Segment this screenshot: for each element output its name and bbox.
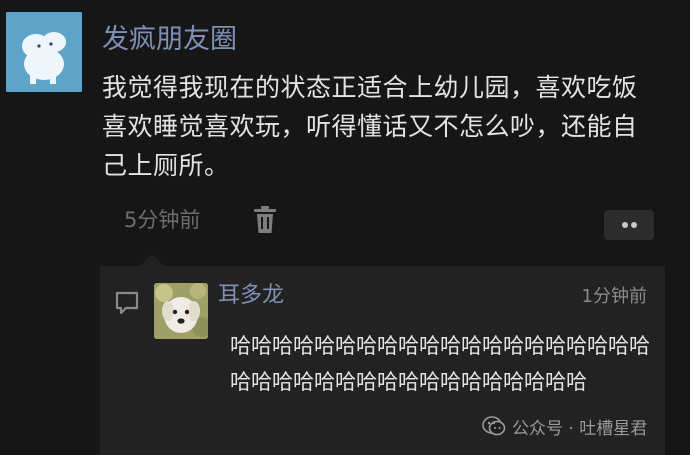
comment-time: 1分钟前 [581, 286, 647, 307]
wechat-official-account-icon [482, 416, 506, 436]
dog-photo-avatar-image [154, 283, 208, 339]
watermark-text: 公众号 · 吐槽星君 [512, 418, 648, 439]
watermark: 公众号 · 吐槽星君 [482, 410, 647, 442]
post-username[interactable]: 发疯朋友圈 [102, 20, 237, 60]
more-options-button[interactable] [604, 210, 654, 240]
post-time: 5分钟前 [124, 208, 201, 232]
comment-text: 哈哈哈哈哈哈哈哈哈哈哈哈哈哈哈哈哈哈哈哈哈哈哈哈哈哈哈哈哈哈哈哈哈哈哈哈哈 [230, 334, 650, 394]
more-dots-icon [622, 222, 628, 228]
comment-pointer [140, 254, 164, 266]
cartoon-dog-avatar-image [6, 12, 82, 92]
comment-icon [114, 290, 140, 316]
moments-post: 发疯朋友圈 我觉得我现在的状态正适合上幼儿园，喜欢吃饭喜欢睡觉喜欢玩，听得懂话又… [0, 0, 690, 455]
user-avatar[interactable] [6, 12, 82, 92]
trash-icon[interactable] [252, 205, 278, 235]
commenter-avatar[interactable] [154, 283, 208, 339]
post-content: 我觉得我现在的状态正适合上幼儿园，喜欢吃饭喜欢睡觉喜欢玩，听得懂话又不怎么吵，还… [102, 73, 638, 180]
commenter-name[interactable]: 耳多龙 [218, 280, 284, 312]
